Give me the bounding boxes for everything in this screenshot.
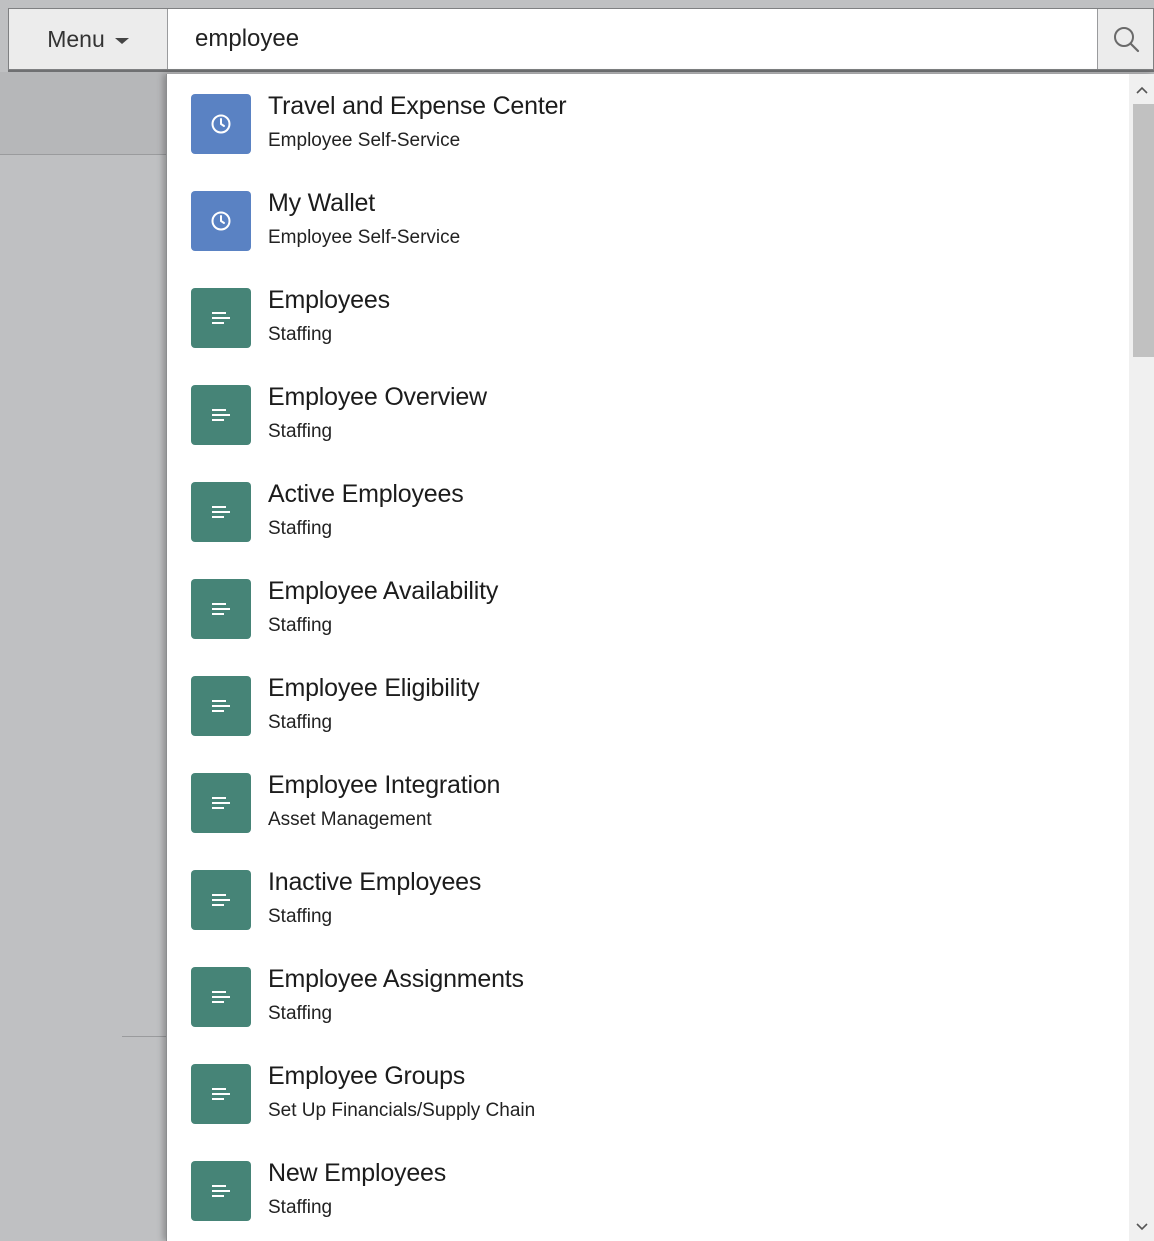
scroll-up-button[interactable] [1129,76,1154,104]
search-result-item[interactable]: New Employees Staffing [167,1141,1127,1238]
result-icon-tile [191,288,251,348]
result-icon-tile [191,676,251,736]
search-result-item[interactable]: Employee Groups Set Up Financials/Supply … [167,1044,1127,1141]
search-icon [1113,27,1139,53]
result-icon-tile [191,773,251,833]
result-subtitle: Staffing [268,324,333,345]
result-subtitle: Employee Self-Service [268,130,461,151]
chevron-up-icon [1135,86,1148,94]
result-title: Employee Integration [268,771,501,799]
page-icon [212,700,230,712]
result-title: Inactive Employees [268,868,482,896]
search-result-item[interactable]: Employee Availability Staffing [167,559,1127,656]
result-title: Employees [268,286,390,314]
result-title: Employee Availability [268,577,499,605]
page-icon [212,894,230,906]
chevron-down-icon [1135,1223,1148,1231]
menu-button-label: Menu [47,25,105,52]
result-icon-tile [191,191,251,251]
search-result-item[interactable]: Employee Integration Asset Management [167,753,1127,850]
clock-icon [211,114,231,134]
search-results-dropdown: Travel and Expense Center Employee Self-S… [166,74,1154,1241]
page-icon [212,991,230,1003]
result-title: Active Employees [268,480,464,508]
search-button[interactable] [1097,9,1153,69]
result-title: Employee Eligibility [268,674,480,702]
result-icon-tile [191,870,251,930]
result-icon-tile [191,1161,251,1221]
dropdown-scrollbar[interactable] [1129,74,1154,1241]
search-result-item[interactable]: Employee Overview Staffing [167,365,1127,462]
menu-dropdown-button[interactable]: Menu [9,9,168,69]
global-search-bar: Menu [8,8,1154,72]
result-title: Employee Groups [268,1062,466,1090]
scroll-down-button[interactable] [1129,1213,1154,1241]
result-subtitle: Staffing [268,518,333,539]
search-result-item[interactable]: My Wallet Employee Self-Service [167,171,1127,268]
result-icon-tile [191,94,251,154]
page-icon [212,1185,230,1197]
result-icon-tile [191,967,251,1027]
result-icon-tile [191,579,251,639]
search-input[interactable] [169,9,1097,69]
page-icon [212,1088,230,1100]
page-icon [212,603,230,615]
search-result-item[interactable]: Employee Assignments Staffing [167,947,1127,1044]
result-title: Travel and Expense Center [268,92,567,120]
page-icon [212,797,230,809]
caret-down-icon [114,38,129,44]
clock-icon [211,211,231,231]
result-subtitle: Staffing [268,1197,333,1218]
search-results-list: Travel and Expense Center Employee Self-S… [167,74,1127,1238]
result-title: My Wallet [268,189,376,217]
result-icon-tile [191,1064,251,1124]
result-icon-tile [191,385,251,445]
result-subtitle: Set Up Financials/Supply Chain [268,1100,536,1121]
result-subtitle: Asset Management [268,809,432,830]
result-title: Employee Overview [268,383,487,411]
search-result-item[interactable]: Travel and Expense Center Employee Self-S… [167,74,1127,171]
result-title: Employee Assignments [268,965,524,993]
page-icon [212,409,230,421]
search-result-item[interactable]: Employees Staffing [167,268,1127,365]
result-subtitle: Staffing [268,421,333,442]
result-subtitle: Staffing [268,906,333,927]
search-result-item[interactable]: Inactive Employees Staffing [167,850,1127,947]
result-subtitle: Employee Self-Service [268,227,461,248]
result-subtitle: Staffing [268,712,333,733]
search-result-item[interactable]: Employee Eligibility Staffing [167,656,1127,753]
page: Menu Travel and Expense Center Employee S… [0,0,1154,1241]
result-subtitle: Staffing [268,615,333,636]
result-subtitle: Staffing [268,1003,333,1024]
page-icon [212,312,230,324]
scrollbar-thumb[interactable] [1133,104,1154,357]
result-title: New Employees [268,1159,447,1187]
page-icon [212,506,230,518]
result-icon-tile [191,482,251,542]
search-result-item[interactable]: Active Employees Staffing [167,462,1127,559]
